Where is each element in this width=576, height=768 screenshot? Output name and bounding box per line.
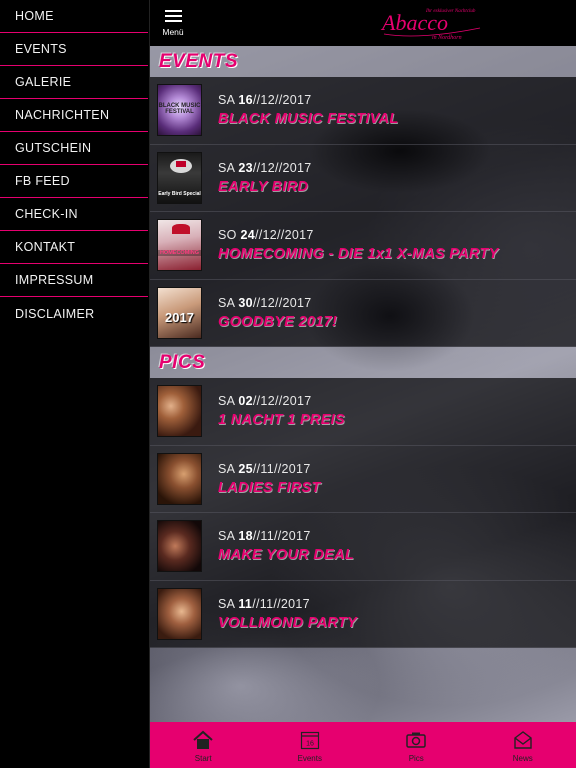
pics-date: SA 02//12//2017 — [218, 394, 312, 409]
event-title: HOMECOMING - DIE 1x1 X-MAS PARTY — [218, 246, 499, 263]
tab-pics[interactable]: Pics — [363, 722, 470, 768]
tab-news[interactable]: News — [470, 722, 576, 768]
event-date: SO 24//12//2017 — [218, 228, 314, 243]
sidebar-item-gutschein[interactable]: GUTSCHEIN — [0, 132, 148, 165]
pics-row[interactable]: SA 25//11//2017 LADIES FIRST — [150, 445, 576, 513]
pics-date: SA 18//11//2017 — [218, 529, 311, 544]
main-content: EVENTS BLACK MUSIC FESTIVAL SA 16//12//2… — [150, 46, 576, 722]
event-date: SA 23//12//2017 — [218, 160, 312, 175]
pics-title: VOLLMOND PARTY — [218, 614, 357, 631]
tab-pics-label: Pics — [408, 754, 424, 763]
pics-title: LADIES FIRST — [218, 479, 321, 496]
app-header: Menü Ihr exklusiver Nachtclub Abacco in … — [150, 0, 576, 46]
logo-location: in Nordhorn — [432, 35, 462, 41]
event-thumbnail: HOMECOMING — [157, 219, 202, 272]
pics-date: SA 11//11//2017 — [218, 596, 310, 611]
event-row[interactable]: 2017 SA 30//12//2017 GOODBYE 2017! — [150, 279, 576, 347]
tab-events-label: Events — [297, 754, 322, 763]
event-row[interactable]: Early Bird Special SA 23//12//2017 EARLY… — [150, 144, 576, 212]
event-title: BLACK MUSIC FESTIVAL — [218, 111, 399, 128]
event-thumbnail: Early Bird Special — [157, 151, 202, 204]
pics-title: MAKE YOUR DEAL — [218, 547, 355, 564]
pics-row[interactable]: SA 02//12//2017 1 NACHT 1 PREIS — [150, 378, 576, 446]
pics-section-title: PICS — [150, 347, 576, 378]
hamburger-icon — [164, 8, 182, 22]
menu-button[interactable]: Menü — [156, 8, 190, 40]
menu-label: Menü — [162, 27, 184, 37]
pics-row[interactable]: SA 11//11//2017 VOLLMOND PARTY — [150, 580, 576, 648]
sidebar-item-events[interactable]: EVENTS — [0, 33, 148, 66]
event-date: SA 16//12//2017 — [218, 93, 312, 108]
event-title: EARLY BIRD — [218, 178, 309, 195]
sidebar-item-nachrichten[interactable]: NACHRICHTEN — [0, 99, 148, 132]
sidebar-item-impressum[interactable]: IMPRESSUM — [0, 264, 148, 297]
pics-title: 1 NACHT 1 PREIS — [218, 412, 345, 429]
pics-date: SA 25//11//2017 — [218, 461, 311, 476]
logo-name: Abacco — [380, 10, 448, 35]
pics-row[interactable]: SA 18//11//2017 MAKE YOUR DEAL — [150, 513, 576, 581]
pics-thumbnail — [157, 520, 202, 573]
envelope-icon — [514, 731, 532, 749]
tab-events[interactable]: 16 Events — [257, 722, 364, 768]
sidebar-item-home[interactable]: HOME — [0, 0, 148, 33]
event-row[interactable]: HOMECOMING SO 24//12//2017 HOMECOMING - … — [150, 212, 576, 280]
home-icon — [193, 730, 213, 749]
event-title: GOODBYE 2017! — [218, 313, 338, 330]
pics-thumbnail — [157, 587, 202, 640]
bottom-tab-bar: Start 16 Events Pics News — [150, 722, 576, 768]
pics-thumbnail — [157, 385, 202, 438]
tab-start[interactable]: Start — [150, 722, 257, 768]
camera-icon — [406, 732, 426, 748]
event-row[interactable]: BLACK MUSIC FESTIVAL SA 16//12//2017 BLA… — [150, 77, 576, 145]
event-date: SA 30//12//2017 — [218, 295, 312, 310]
sidebar-item-check-in[interactable]: CHECK-IN — [0, 198, 148, 231]
calendar-icon: 16 — [300, 731, 319, 750]
abacco-logo[interactable]: Ihr exklusiver Nachtclub Abacco in Nordh… — [380, 4, 490, 42]
sidebar-item-disclaimer[interactable]: DISCLAIMER — [0, 297, 148, 330]
event-thumbnail: 2017 — [157, 286, 202, 339]
pics-thumbnail — [157, 452, 202, 505]
svg-text:16: 16 — [306, 741, 314, 748]
sidebar-item-galerie[interactable]: GALERIE — [0, 66, 148, 99]
tab-news-label: News — [512, 754, 533, 763]
sidebar-item-fb-feed[interactable]: FB FEED — [0, 165, 148, 198]
events-section-title: EVENTS — [150, 46, 576, 77]
sidebar-item-kontakt[interactable]: KONTAKT — [0, 231, 148, 264]
event-thumbnail: BLACK MUSIC FESTIVAL — [157, 84, 202, 137]
sidebar-menu: HOME EVENTS GALERIE NACHRICHTEN GUTSCHEI… — [0, 0, 150, 768]
tab-start-label: Start — [194, 754, 212, 763]
